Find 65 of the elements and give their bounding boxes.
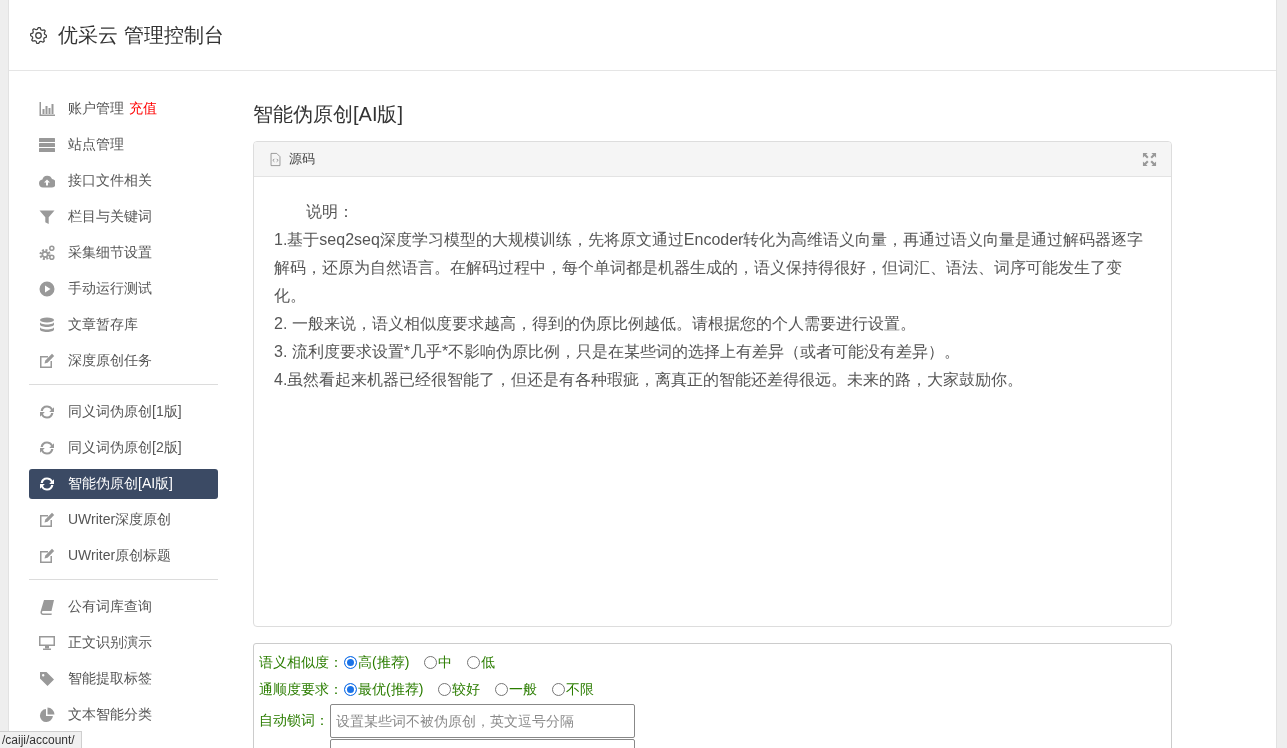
option-label[interactable]: 一般 bbox=[509, 680, 538, 699]
field-label: 自动锁词： bbox=[259, 712, 329, 730]
note-paragraph: 2. 一般来说，语义相似度要求越高，得到的伪原比例越低。请根据您的个人需要进行设置。 bbox=[274, 314, 917, 334]
option-label[interactable]: 最优(推荐) bbox=[358, 680, 424, 699]
gears-icon bbox=[39, 245, 55, 261]
play-icon bbox=[39, 281, 55, 297]
tag-icon bbox=[39, 671, 55, 687]
option-label[interactable]: 高(推荐) bbox=[358, 653, 410, 672]
sidebar-item[interactable]: 公有词库查询 bbox=[29, 592, 218, 622]
option-label[interactable]: 不限 bbox=[566, 680, 595, 699]
book-icon bbox=[39, 599, 55, 615]
code-file-icon bbox=[269, 151, 282, 167]
page-title: 智能伪原创[AI版] bbox=[253, 102, 404, 127]
note-paragraph: 3. 流利度要求设置*几乎*不影响伪原比例，只是在某些词的选择上有差异（或者可能没有差异）。 bbox=[274, 342, 962, 362]
sidebar-item[interactable]: UWriter原创标题 bbox=[29, 541, 218, 571]
field-label: 语义相似度： bbox=[259, 653, 343, 672]
option-label[interactable]: 较好 bbox=[452, 680, 481, 699]
refresh-icon bbox=[39, 476, 55, 492]
radio-button[interactable] bbox=[467, 656, 481, 669]
status-url: /caiji/account/ bbox=[0, 731, 82, 748]
note-paragraph: 4.虽然看起来机器已经很智能了，但还是有各种瑕疵，离真正的智能还差得很远。未来的路，大家鼓励你。 bbox=[274, 370, 1025, 390]
sidebar-item[interactable]: 栏目与关键词 bbox=[29, 202, 218, 232]
radio-button[interactable] bbox=[552, 683, 566, 696]
edit-icon bbox=[39, 512, 55, 528]
radio-button[interactable] bbox=[424, 656, 438, 669]
refresh-icon bbox=[39, 440, 55, 456]
sidebar-item[interactable]: 智能提取标签 bbox=[29, 664, 218, 694]
sidebar-item[interactable]: UWriter深度原创 bbox=[29, 505, 218, 535]
sidebar-item[interactable]: 采集细节设置 bbox=[29, 238, 218, 268]
app-title: 优采云 管理控制台 bbox=[58, 22, 224, 48]
funnel-icon bbox=[39, 209, 55, 225]
edit-icon bbox=[39, 548, 55, 564]
pie-chart-icon bbox=[39, 707, 55, 723]
expand-icon[interactable] bbox=[1142, 151, 1157, 167]
refresh-icon bbox=[39, 404, 55, 420]
edit-icon bbox=[39, 353, 55, 369]
sidebar-item[interactable]: 正文识别演示 bbox=[29, 628, 218, 658]
sidebar-item[interactable]: 同义词伪原创[2版] bbox=[29, 433, 218, 463]
cloud-upload-icon bbox=[39, 173, 55, 189]
radio-button[interactable] bbox=[344, 656, 357, 669]
bar-chart-icon bbox=[39, 101, 55, 117]
sidebar-item[interactable]: 手动运行测试 bbox=[29, 274, 218, 304]
note-heading: 说明： bbox=[305, 202, 355, 222]
sidebar-item[interactable]: 文章暂存库 bbox=[29, 310, 218, 340]
option-label[interactable]: 低 bbox=[481, 653, 496, 672]
settings-icon bbox=[30, 26, 47, 44]
field-label: 通顺度要求： bbox=[259, 680, 343, 699]
radio-button[interactable] bbox=[495, 683, 509, 696]
sidebar-item[interactable]: 智能伪原创[AI版] bbox=[29, 469, 218, 499]
sidebar-item[interactable]: 站点管理 bbox=[29, 130, 218, 160]
option-label[interactable]: 中 bbox=[438, 653, 453, 672]
sidebar-item[interactable]: 接口文件相关 bbox=[29, 166, 218, 196]
note-paragraph: 1.基于seq2seq深度学习模型的大规模训练，先将原文通过Encoder转化为高维语义向量，再通过语义向量是通过解码器逐字解码，还原为自然语言。在解码过程中，每个单词都是机器生成的，语义保持得很好，但词汇、语法、词序可能发生了变化。 bbox=[274, 230, 1145, 306]
monitor-icon bbox=[39, 635, 55, 651]
input-field[interactable]: 设置某些词不被伪原创，英文逗号分隔 bbox=[330, 704, 635, 738]
radio-button[interactable] bbox=[438, 683, 452, 696]
sidebar-item[interactable]: 深度原创任务 bbox=[29, 346, 218, 376]
sidebar-item[interactable]: 账户管理 充值 bbox=[29, 94, 218, 124]
sidebar-item[interactable]: 同义词伪原创[1版] bbox=[29, 397, 218, 427]
recharge-link[interactable]: 充值 bbox=[129, 100, 157, 118]
panel-title: 源码 bbox=[289, 150, 315, 168]
radio-button[interactable] bbox=[344, 683, 357, 696]
database-icon bbox=[39, 317, 55, 333]
sidebar-item[interactable]: 文本智能分类 bbox=[29, 700, 218, 730]
server-icon bbox=[39, 137, 55, 153]
